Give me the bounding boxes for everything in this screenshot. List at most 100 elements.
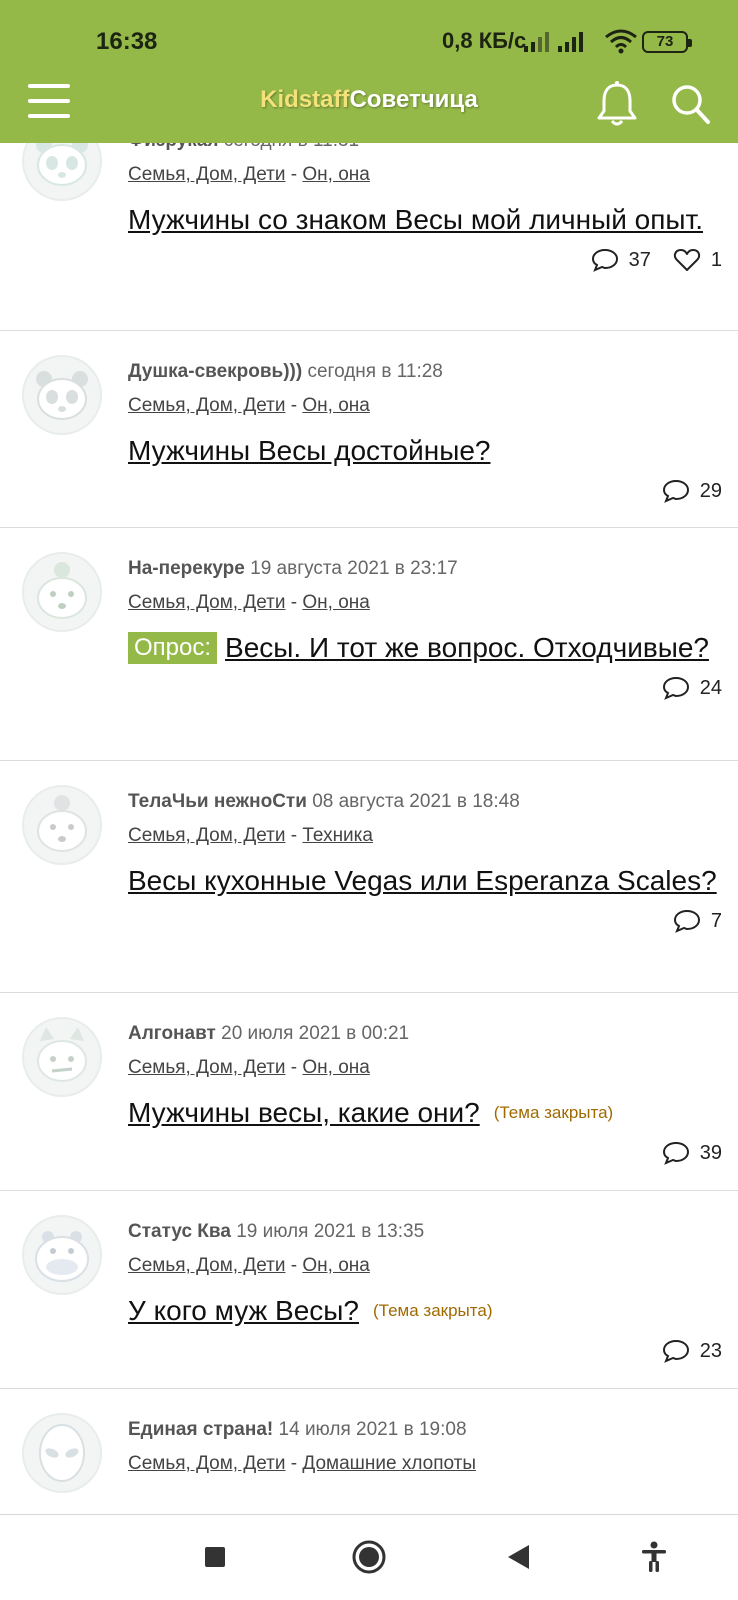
subcategory-link[interactable]: Он, она <box>302 1057 369 1078</box>
post-date: сегодня в 11:28 <box>307 361 443 382</box>
avatar[interactable] <box>22 1413 102 1493</box>
panda-avatar-icon <box>36 371 88 420</box>
comments-number: 24 <box>699 676 722 699</box>
subcategory-link[interactable]: Домашние хлопоты <box>302 1453 476 1474</box>
topic-item[interactable]: ТелаЧьи нежноСти 08 августа 2021 в 18:48… <box>0 761 738 993</box>
topic-meta: Алгонавт 20 июля 2021 в 00:21 <box>128 1023 722 1045</box>
comments-count[interactable]: 23 <box>662 1339 722 1363</box>
category-link[interactable]: Семья, Дом, Дети <box>128 1255 285 1276</box>
author-name[interactable]: Душка-свекровь))) <box>128 361 302 382</box>
separator: - <box>285 592 303 613</box>
category-path: Семья, Дом, Дети - Техника <box>128 825 722 847</box>
likes-count[interactable]: 1 <box>673 248 722 272</box>
avatar[interactable] <box>22 552 102 632</box>
topic-stats: 23 <box>128 1339 722 1363</box>
search-button[interactable] <box>670 82 712 126</box>
topic-stats: 29 <box>128 479 722 503</box>
separator: - <box>285 395 303 416</box>
topic-item[interactable]: Душка-свекровь))) сегодня в 11:28 Семья,… <box>0 331 738 528</box>
subcategory-link[interactable]: Техника <box>302 825 373 846</box>
topic-meta: ТелаЧьи нежноСти 08 августа 2021 в 18:48 <box>128 791 722 813</box>
comments-count[interactable]: 37 <box>591 248 651 272</box>
speech-bubble-icon <box>662 676 689 700</box>
author-name[interactable]: На-перекуре <box>128 558 245 579</box>
topic-stats: 24 <box>128 676 722 700</box>
topic-title-line: Мужчины Весы достойные? <box>128 433 722 469</box>
status-bar: 16:38 0,8 КБ/с 73 <box>0 0 738 80</box>
author-name[interactable]: ТелаЧьи нежноСти <box>128 791 307 812</box>
topic-stats: 37 1 <box>128 248 722 272</box>
hamburger-icon-line <box>28 114 70 118</box>
topic-item[interactable]: Физрукая сегодня в 11:31 Семья, Дом, Дет… <box>0 118 738 331</box>
comments-number: 39 <box>699 1141 722 1164</box>
topic-title-line: Мужчины со знаком Весы мой личный опыт. <box>128 202 722 238</box>
category-link[interactable]: Семья, Дом, Дети <box>128 1453 285 1474</box>
comments-count[interactable]: 39 <box>662 1141 722 1165</box>
post-date: 20 июля 2021 в 00:21 <box>221 1023 410 1044</box>
topic-item[interactable]: Алгонавт 20 июля 2021 в 00:21 Семья, Дом… <box>0 993 738 1191</box>
comments-count[interactable]: 24 <box>662 676 722 700</box>
topic-title-line: У кого муж Весы? (Тема закрыта) <box>128 1293 722 1329</box>
accessibility-icon <box>642 1541 666 1572</box>
subcategory-link[interactable]: Он, она <box>302 395 369 416</box>
category-link[interactable]: Семья, Дом, Дети <box>128 395 285 416</box>
post-date: 19 августа 2021 в 23:17 <box>250 558 458 579</box>
avatar[interactable] <box>22 785 102 865</box>
avatar[interactable] <box>22 1017 102 1097</box>
comments-number: 37 <box>628 248 651 271</box>
back-triangle-icon <box>508 1545 529 1569</box>
category-link[interactable]: Семья, Дом, Дети <box>128 1057 285 1078</box>
author-name[interactable]: Статус Ква <box>128 1221 231 1242</box>
bear-avatar-icon <box>37 795 87 852</box>
notifications-button[interactable] <box>594 80 640 130</box>
separator: - <box>285 1057 303 1078</box>
search-icon <box>672 85 710 124</box>
category-link[interactable]: Семья, Дом, Дети <box>128 825 285 846</box>
topic-title-link[interactable]: У кого муж Весы? <box>128 1295 359 1326</box>
topic-title-line: Весы кухонные Vegas или Esperanza Scales… <box>128 863 722 899</box>
status-time: 16:38 <box>96 28 158 55</box>
subcategory-link[interactable]: Он, она <box>302 164 369 185</box>
topic-title-link[interactable]: Весы кухонные Vegas или Esperanza Scales… <box>128 865 717 896</box>
topic-title-link[interactable]: Мужчины Весы достойные? <box>128 435 490 466</box>
battery-icon: 73 <box>642 31 692 53</box>
post-date: 19 июля 2021 в 13:35 <box>236 1221 425 1242</box>
author-name[interactable]: Алгонавт <box>128 1023 216 1044</box>
accessibility-button[interactable] <box>632 1535 676 1579</box>
post-date: 14 июля 2021 в 19:08 <box>278 1419 467 1440</box>
wifi-icon <box>605 29 637 54</box>
bear-avatar-icon <box>37 562 87 619</box>
speech-bubble-icon <box>673 909 700 933</box>
separator: - <box>285 1255 303 1276</box>
topic-title-link[interactable]: Весы. И тот же вопрос. Отходчивые? <box>225 632 709 663</box>
topic-title-line: Мужчины весы, какие они? (Тема закрыта) <box>128 1095 722 1131</box>
comments-count[interactable]: 29 <box>662 479 722 503</box>
home-button[interactable] <box>347 1535 391 1579</box>
avatar[interactable] <box>22 1215 102 1295</box>
topic-title-link[interactable]: Мужчины весы, какие они? <box>128 1097 480 1128</box>
heart-icon <box>673 249 700 271</box>
home-circle-icon <box>352 1540 386 1574</box>
subcategory-link[interactable]: Он, она <box>302 592 369 613</box>
speech-bubble-icon <box>662 479 689 503</box>
topic-meta: Единая страна! 14 июля 2021 в 19:08 <box>128 1419 722 1441</box>
separator: - <box>285 1453 303 1474</box>
topic-title-link[interactable]: Мужчины со знаком Весы мой личный опыт. <box>128 204 703 235</box>
recents-button[interactable] <box>193 1535 237 1579</box>
network-speed: 0,8 КБ/с <box>442 28 527 53</box>
category-link[interactable]: Семья, Дом, Дети <box>128 164 285 185</box>
category-path: Семья, Дом, Дети - Домашние хлопоты <box>128 1453 722 1475</box>
avatar[interactable] <box>22 355 102 435</box>
back-button[interactable] <box>496 1535 540 1579</box>
category-link[interactable]: Семья, Дом, Дети <box>128 592 285 613</box>
stop-square-icon <box>205 1547 225 1567</box>
hippo-avatar-icon <box>35 1231 89 1282</box>
author-name[interactable]: Единая страна! <box>128 1419 273 1440</box>
logo-part-sovetchica: Советчица <box>349 86 478 113</box>
topic-item[interactable]: Статус Ква 19 июля 2021 в 13:35 Семья, Д… <box>0 1191 738 1389</box>
subcategory-link[interactable]: Он, она <box>302 1255 369 1276</box>
topic-item[interactable]: На-перекуре 19 августа 2021 в 23:17 Семь… <box>0 528 738 761</box>
comments-count[interactable]: 7 <box>673 909 722 933</box>
topic-meta: Статус Ква 19 июля 2021 в 13:35 <box>128 1221 722 1243</box>
signal-icon-2 <box>558 32 583 52</box>
